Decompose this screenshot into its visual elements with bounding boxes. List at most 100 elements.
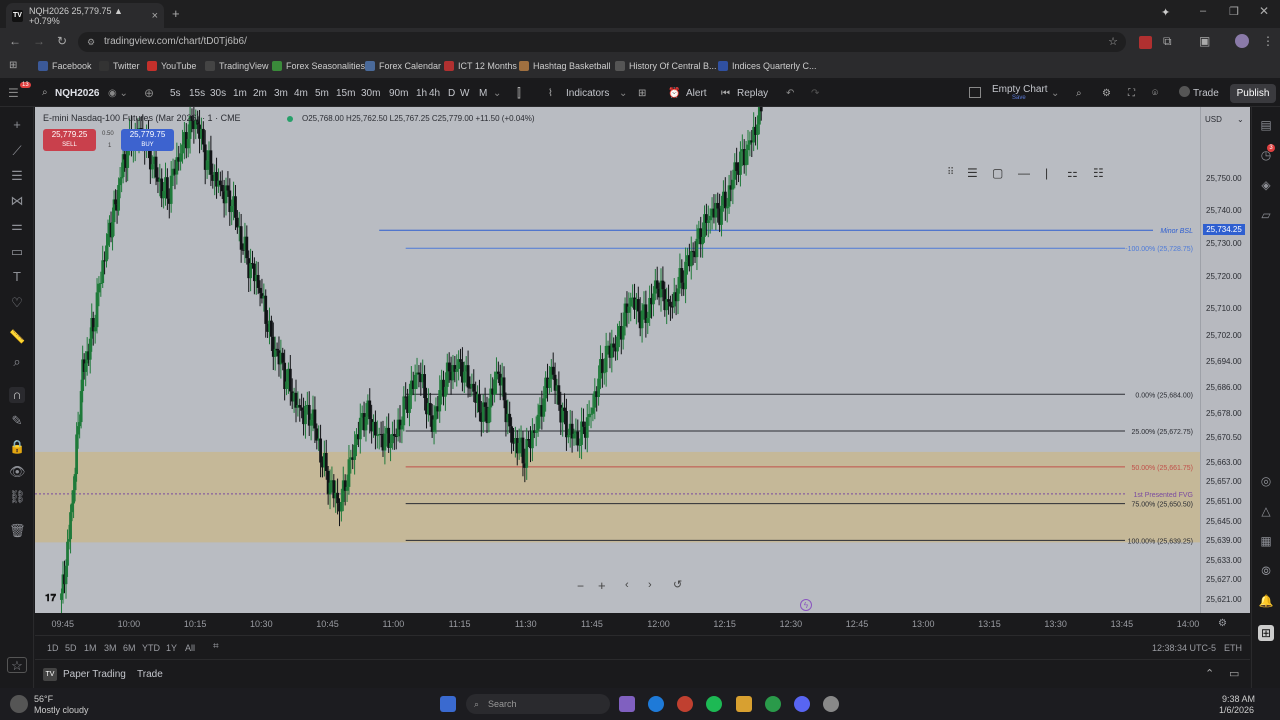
taskbar-search[interactable]: ⌕ Search [466,694,610,714]
bookmark-item[interactable]: Facebook [38,61,92,71]
layouts-icon[interactable]: ⊞ [638,88,646,99]
reload-icon[interactable]: ↻ [57,34,67,48]
trade-button[interactable]: Trade [1193,88,1219,99]
scroll-left-icon[interactable]: ‹ [625,579,629,591]
weather-icon[interactable] [10,695,28,713]
interval-4m[interactable]: 4m [294,88,308,99]
discord-icon[interactable] [794,696,810,712]
ideas-icon[interactable]: △ [1258,503,1274,519]
snapshot-camera-icon[interactable]: ⌾ [1152,88,1158,99]
paper-trading-tab[interactable]: Paper Trading [63,669,126,680]
bookmark-item[interactable]: ICT 12 Months [444,61,517,71]
replay-button[interactable]: Replay [737,88,768,99]
apps-grid-icon-right[interactable]: ⊞ [1258,625,1274,641]
zoom-out-icon[interactable]: − [577,579,584,593]
drag-handle-icon[interactable]: ⠿ [947,167,954,178]
interval-15m[interactable]: 15m [336,88,355,99]
range-3M[interactable]: 3M [104,643,117,653]
pattern-icon[interactable]: ⋈ [9,193,25,209]
trash-icon[interactable]: 🗑 [9,523,26,539]
side-panel-icon[interactable]: ▣ [1199,34,1210,48]
browser-menu-icon[interactable]: ⋮ [1262,34,1274,48]
weather-desc[interactable]: Mostly cloudy [34,705,89,715]
spotify-icon[interactable] [706,696,722,712]
extensions-puzzle-icon[interactable]: ⧉ [1163,34,1172,49]
fib-retracement-icon[interactable]: ☰ [9,168,25,184]
range-YTD[interactable]: YTD [142,643,160,653]
crosshair-icon[interactable]: + [9,117,25,133]
maximize-panel-icon[interactable]: ▭ [1229,667,1239,680]
bookmark-item[interactable]: Twitter [99,61,140,71]
heart-icon[interactable]: ♡ [9,295,25,311]
chat-icon[interactable]: ▱ [1258,207,1274,223]
redo-icon[interactable]: ↷ [811,88,819,99]
interval-W[interactable]: W [460,88,469,99]
interval-1m[interactable]: 1m [233,88,247,99]
interval-5s[interactable]: 5s [170,88,181,99]
layout-box-icon[interactable] [969,87,981,98]
calendar-icon[interactable]: ▦ [1258,533,1274,549]
minimize-icon[interactable]: – [1200,5,1206,17]
extension-icon[interactable] [1139,36,1152,49]
symbol-button[interactable]: NQH2026 [55,88,99,99]
interval-30s[interactable]: 30s [210,88,226,99]
zoom-in-icon[interactable]: + [598,578,606,593]
stream-icon[interactable]: ⦾ [1258,563,1274,579]
weather-temp[interactable]: 56°F [34,694,53,704]
window-close-icon[interactable]: ✕ [1259,4,1269,18]
more-lines-icon[interactable]: ☷ [1093,166,1104,180]
symbol-search-icon[interactable]: ⌕ [42,87,48,98]
range-1Y[interactable]: 1Y [166,643,177,653]
chart-canvas[interactable]: Minor BSL -100.00% (25,728.75) 0.00% (25,6… [35,107,1200,613]
interval-30m[interactable]: 30m [361,88,380,99]
edge-icon[interactable] [648,696,664,712]
alert-button[interactable]: Alert [686,88,707,99]
line-style-icon[interactable]: ☰ [967,166,978,180]
trend-line-icon[interactable]: ⟋ [9,143,25,159]
bookmark-item[interactable]: Forex Calendar [365,61,441,71]
range-1D[interactable]: 1D [47,643,59,653]
layers-icon[interactable]: ◈ [1258,177,1274,193]
tab-close-icon[interactable]: × [152,10,158,22]
interval-15s[interactable]: 15s [189,88,205,99]
sell-button[interactable]: 25,779.25 SELL [43,129,96,151]
file-explorer-icon[interactable] [736,696,752,712]
goto-date-icon[interactable]: ⌗ [213,641,219,652]
box-tool-icon[interactable]: ▢ [992,166,1003,180]
back-icon[interactable]: ← [9,34,21,48]
vertical-line-icon[interactable]: | [1045,166,1048,180]
interval-1h[interactable]: 1h [416,88,427,99]
interval-5m[interactable]: 5m [315,88,329,99]
bookmark-item[interactable]: YouTube [147,61,196,71]
interval-M[interactable]: M [479,88,487,99]
symbol-legend-title[interactable]: E-mini Nasdaq-100 Futures (Mar 2026) · 1… [43,113,241,123]
interval-dropdown-icon[interactable]: ⌄ [493,88,501,99]
bookmark-item[interactable]: History Of Central B... [615,61,717,71]
stay-drawing-icon[interactable]: ✎ [9,413,25,429]
xbox-icon[interactable] [765,696,781,712]
taskbar-time[interactable]: 9:38 AM [1222,694,1255,704]
text-icon[interactable]: T [9,269,25,285]
bookmark-item[interactable]: TradingView [205,61,269,71]
range-1M[interactable]: 1M [84,643,97,653]
maximize-icon[interactable]: ❐ [1229,5,1239,18]
windows-start-icon[interactable] [440,696,456,712]
lock-icon[interactable]: 🔒 [9,439,25,455]
interval-4h[interactable]: 4h [429,88,440,99]
watchlist-icon[interactable]: ▤ [1258,117,1274,133]
layout-dropdown-icon[interactable]: ⌄ [1051,88,1059,99]
site-info-icon[interactable]: ⚙ [87,32,95,52]
link-icon[interactable]: ⛓ [9,489,26,505]
tv-menu-icon[interactable]: ☰ [8,86,19,100]
hline-template-icon[interactable]: ⚏ [1067,166,1078,180]
quick-search-icon[interactable]: ⌕ [1076,88,1082,99]
visibility-eye-icon[interactable]: 👁 [9,464,26,480]
reset-chart-icon[interactable]: ↺ [673,578,682,591]
collapse-panel-icon[interactable]: ⌃ [1205,667,1214,680]
session-label[interactable]: ETH [1224,643,1242,653]
publish-button[interactable]: Publish [1230,84,1276,103]
layout-save-hint[interactable]: Save [1012,95,1026,101]
symbol-info-icon[interactable]: ◉ ⌄ [108,88,128,99]
interval-3m[interactable]: 3m [274,88,288,99]
fullscreen-icon[interactable]: ⛶ [1128,88,1135,99]
